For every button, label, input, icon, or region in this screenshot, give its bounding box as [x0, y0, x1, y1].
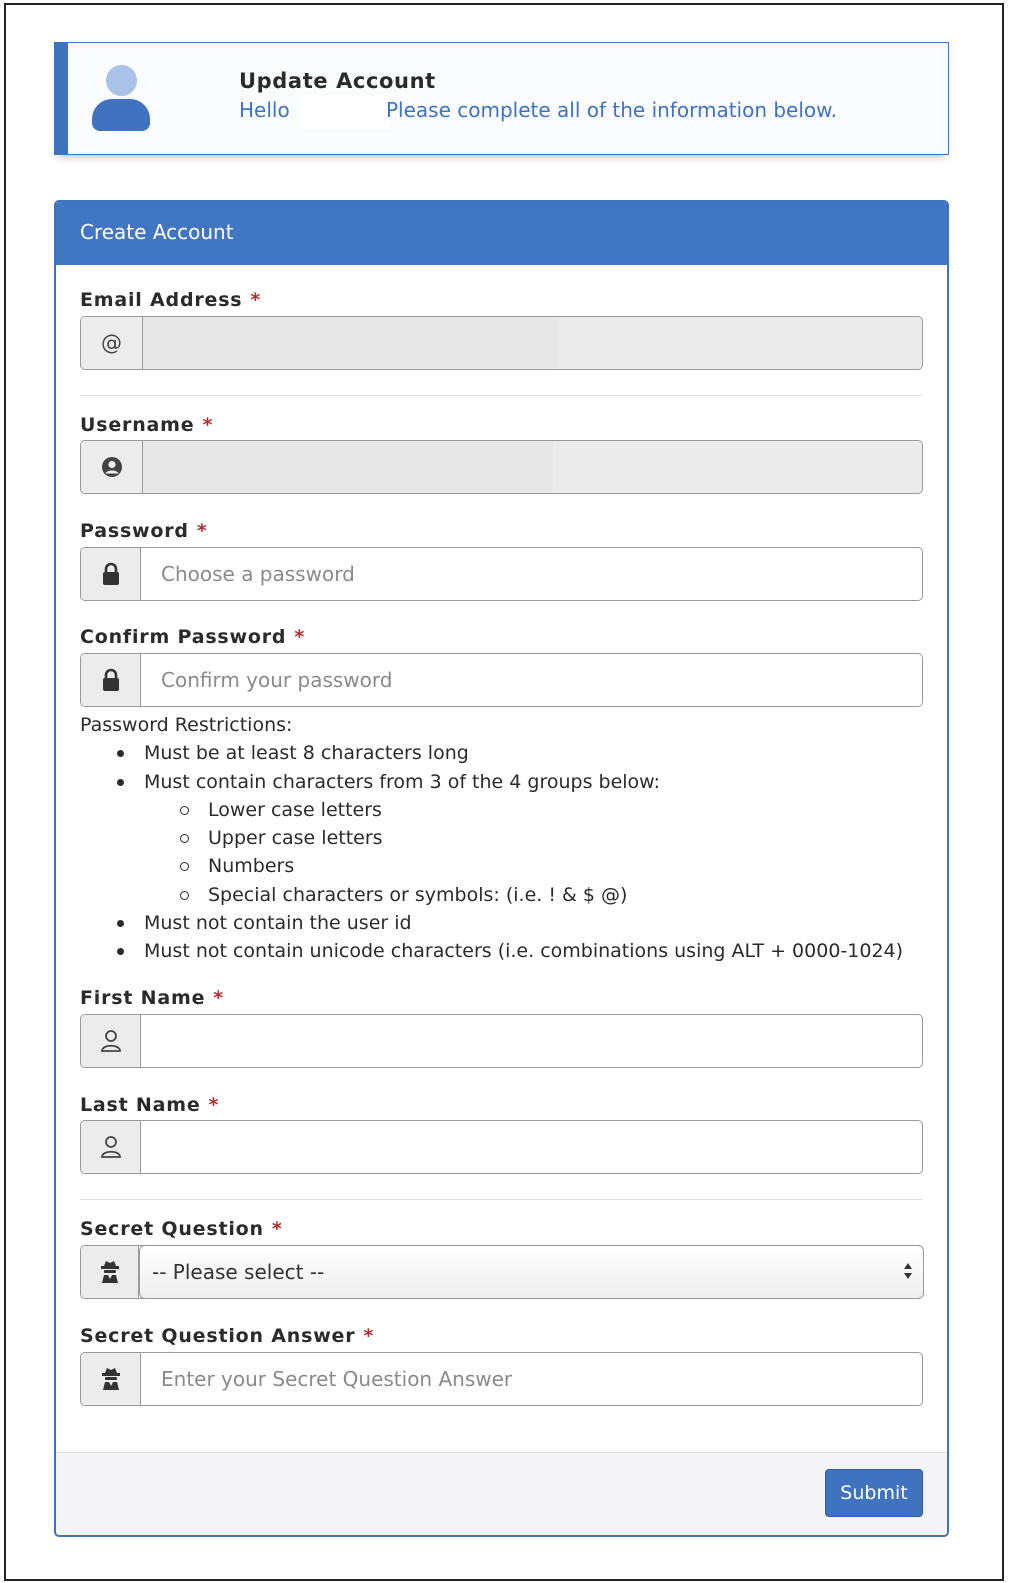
user-outline-icon [81, 1121, 141, 1173]
user-avatar-icon [92, 65, 150, 131]
lock-icon [81, 548, 141, 600]
secret-question-selected: -- Please select -- [152, 1260, 325, 1284]
required-marker: * [213, 987, 225, 1009]
user-circle-icon [81, 441, 143, 493]
first-name-field[interactable] [80, 1014, 923, 1068]
confirm-password-label-text: Confirm Password [80, 626, 287, 648]
username-label-text: Username [80, 414, 195, 436]
confirm-password-label: Confirm Password * [80, 626, 305, 648]
secret-answer-label-text: Secret Question Answer [80, 1325, 356, 1347]
select-arrows-icon [904, 1263, 912, 1279]
at-sign-icon: @ [81, 317, 143, 369]
divider [80, 395, 923, 396]
confirm-password-field[interactable] [80, 653, 923, 707]
restrictions-title: Password Restrictions: [80, 714, 293, 736]
secret-question-field[interactable]: -- Please select -- [80, 1245, 924, 1299]
required-marker: * [208, 1094, 220, 1116]
first-name-label-text: First Name [80, 987, 206, 1009]
user-secret-icon [81, 1246, 139, 1298]
restriction-group-item: Lower case letters [80, 796, 903, 824]
password-restrictions: Password Restrictions: Must be at least … [80, 711, 903, 966]
restriction-group-item: Special characters or symbols: (i.e. ! &… [80, 881, 903, 909]
restriction-item: Must contain characters from 3 of the 4 … [80, 768, 903, 796]
required-marker: * [363, 1325, 375, 1347]
restriction-item: Must not contain the user id [80, 909, 903, 937]
divider [80, 1199, 923, 1200]
email-label-text: Email Address [80, 289, 243, 311]
required-marker: * [250, 289, 262, 311]
secret-question-label: Secret Question * [80, 1218, 283, 1240]
last-name-field[interactable] [80, 1120, 923, 1174]
redacted-email-value [143, 317, 558, 369]
last-name-label: Last Name * [80, 1094, 219, 1116]
secret-answer-input[interactable] [141, 1353, 922, 1405]
required-marker: * [202, 414, 214, 436]
required-marker: * [196, 520, 208, 542]
password-label-text: Password [80, 520, 189, 542]
username-label: Username * [80, 414, 213, 436]
secret-answer-label: Secret Question Answer * [80, 1325, 374, 1347]
first-name-input[interactable] [141, 1015, 922, 1067]
banner-message: Please complete all of the information b… [386, 98, 838, 122]
email-field[interactable]: @ [80, 316, 923, 370]
password-field[interactable] [80, 547, 923, 601]
secret-question-select[interactable]: -- Please select -- [139, 1245, 924, 1299]
required-marker: * [294, 626, 306, 648]
card-header: Create Account [56, 202, 947, 265]
update-account-banner: Update Account Hello Please complete all… [54, 42, 949, 155]
email-label: Email Address * [80, 289, 261, 311]
first-name-label: First Name * [80, 987, 224, 1009]
confirm-password-input[interactable] [141, 654, 922, 706]
redacted-name [300, 95, 390, 129]
password-label: Password * [80, 520, 208, 542]
restriction-group-item: Numbers [80, 852, 903, 880]
submit-button[interactable]: Submit [825, 1469, 923, 1517]
restriction-group-item: Upper case letters [80, 824, 903, 852]
secret-question-label-text: Secret Question [80, 1218, 264, 1240]
banner-hello: Hello [239, 98, 290, 122]
required-marker: * [271, 1218, 283, 1240]
user-outline-icon [81, 1015, 141, 1067]
last-name-input[interactable] [141, 1121, 922, 1173]
redacted-username-value [143, 441, 553, 493]
username-field[interactable] [80, 440, 923, 494]
secret-answer-field[interactable] [80, 1352, 923, 1406]
lock-icon [81, 654, 141, 706]
password-input[interactable] [141, 548, 922, 600]
last-name-label-text: Last Name [80, 1094, 201, 1116]
restriction-item: Must not contain unicode characters (i.e… [80, 937, 903, 965]
card-footer: Submit [56, 1452, 947, 1535]
user-secret-icon [81, 1353, 141, 1405]
restriction-item: Must be at least 8 characters long [80, 739, 903, 767]
banner-title: Update Account [239, 69, 436, 93]
